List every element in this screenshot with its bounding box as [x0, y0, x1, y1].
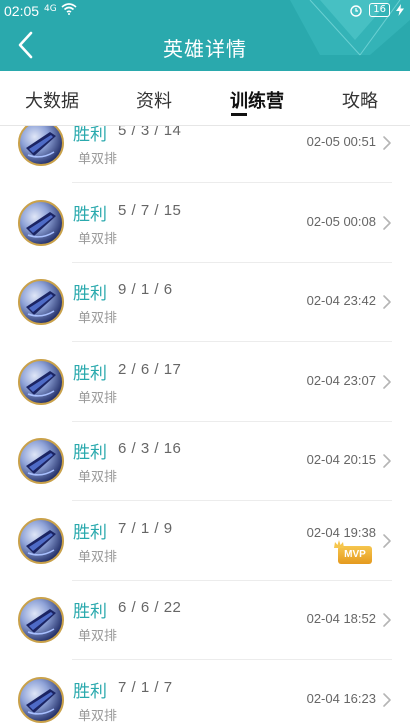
match-kda: 5 / 3 / 14 [118, 126, 182, 139]
match-row[interactable]: 胜利 5 / 3 / 14 单双排 02-05 00:51 [0, 126, 410, 183]
match-datetime: 02-04 18:52 [306, 611, 376, 626]
tab-guide[interactable]: 攻略 [342, 87, 378, 113]
hero-avatar [18, 438, 64, 484]
match-mode: 单双排 [78, 708, 118, 724]
mvp-label: MVP [344, 548, 366, 560]
match-mode: 单双排 [78, 470, 118, 485]
battery-indicator: 16 [369, 3, 390, 17]
hero-avatar [18, 126, 64, 166]
match-row[interactable]: 胜利 6 / 3 / 16 单双排 02-04 20:15 [0, 421, 410, 501]
match-datetime: 02-04 20:15 [306, 452, 376, 467]
hero-avatar [18, 199, 64, 246]
match-kda: 5 / 7 / 15 [118, 201, 182, 219]
match-datetime: 02-04 23:42 [306, 293, 376, 308]
wifi-icon [61, 3, 77, 15]
hero-avatar [18, 676, 64, 723]
hero-avatar [18, 279, 64, 325]
app-header: 02:05 4G 16 英雄详情 [0, 0, 410, 71]
match-datetime: 02-04 23:07 [306, 372, 376, 388]
match-mode: 单双排 [78, 390, 118, 406]
match-result: 胜利 [73, 126, 107, 145]
tab-profile[interactable]: 资料 [136, 87, 172, 113]
chevron-right-icon [383, 295, 391, 309]
alarm-icon [350, 5, 362, 17]
match-result: 胜利 [73, 443, 107, 463]
hero-avatar [18, 517, 64, 564]
chevron-right-icon [383, 454, 391, 468]
hero-avatar [18, 358, 64, 405]
chevron-right-icon [383, 613, 391, 627]
tab-bar: 大数据 资料 训练营 攻略 [0, 71, 410, 126]
match-result: 胜利 [73, 681, 107, 702]
match-result: 胜利 [73, 204, 107, 225]
charging-icon [396, 4, 404, 16]
match-datetime: 02-05 00:08 [306, 213, 376, 229]
match-list[interactable]: 胜利 5 / 3 / 14 单双排 02-05 00:51 胜利 5 / 7 /… [0, 126, 410, 728]
match-result: 胜利 [73, 522, 107, 543]
match-datetime: 02-04 16:23 [306, 690, 376, 706]
match-row[interactable]: 胜利 7 / 1 / 9 单双排 02-04 19:38 MVP [0, 501, 410, 581]
match-kda: 6 / 6 / 22 [118, 599, 182, 616]
match-kda: 6 / 3 / 16 [118, 440, 182, 457]
match-kda: 9 / 1 / 6 [118, 281, 173, 298]
match-mode: 单双排 [78, 629, 118, 644]
match-datetime: 02-05 00:51 [306, 134, 376, 149]
match-mode: 单双排 [78, 549, 118, 565]
tab-big-data[interactable]: 大数据 [25, 87, 79, 113]
match-kda: 2 / 6 / 17 [118, 360, 182, 378]
match-mode: 单双排 [78, 311, 118, 326]
active-tab-indicator [231, 113, 247, 116]
match-row[interactable]: 胜利 7 / 1 / 7 单双排 02-04 16:23 [0, 660, 410, 728]
chevron-right-icon [383, 533, 391, 548]
match-result: 胜利 [73, 363, 107, 384]
match-result: 胜利 [73, 284, 107, 304]
hero-avatar [18, 597, 64, 643]
chevron-right-icon [383, 136, 391, 150]
status-time: 02:05 [4, 3, 40, 19]
status-left-icons: 4G [44, 3, 77, 15]
tab-training-camp[interactable]: 训练营 [230, 87, 284, 113]
status-bar: 02:05 4G 16 [0, 0, 410, 22]
match-mode: 单双排 [78, 152, 118, 167]
status-right-icons: 16 [349, 3, 404, 17]
match-result: 胜利 [73, 602, 107, 622]
match-row[interactable]: 胜利 9 / 1 / 6 单双排 02-04 23:42 [0, 262, 410, 342]
match-kda: 7 / 1 / 9 [118, 519, 173, 537]
match-kda: 7 / 1 / 7 [118, 678, 173, 696]
chevron-right-icon [383, 215, 391, 230]
match-row[interactable]: 胜利 6 / 6 / 22 单双排 02-04 18:52 [0, 580, 410, 660]
match-row[interactable]: 胜利 5 / 7 / 15 单双排 02-05 00:08 [0, 183, 410, 263]
match-row[interactable]: 胜利 2 / 6 / 17 单双排 02-04 23:07 [0, 342, 410, 422]
signal-icon: 4G [44, 3, 57, 14]
match-datetime: 02-04 19:38 [306, 524, 376, 540]
match-mode: 单双排 [78, 231, 118, 247]
mvp-badge: MVP [334, 539, 372, 564]
crown-icon [334, 539, 344, 548]
chevron-right-icon [383, 692, 391, 707]
page-title: 英雄详情 [163, 37, 247, 61]
chevron-right-icon [383, 374, 391, 389]
